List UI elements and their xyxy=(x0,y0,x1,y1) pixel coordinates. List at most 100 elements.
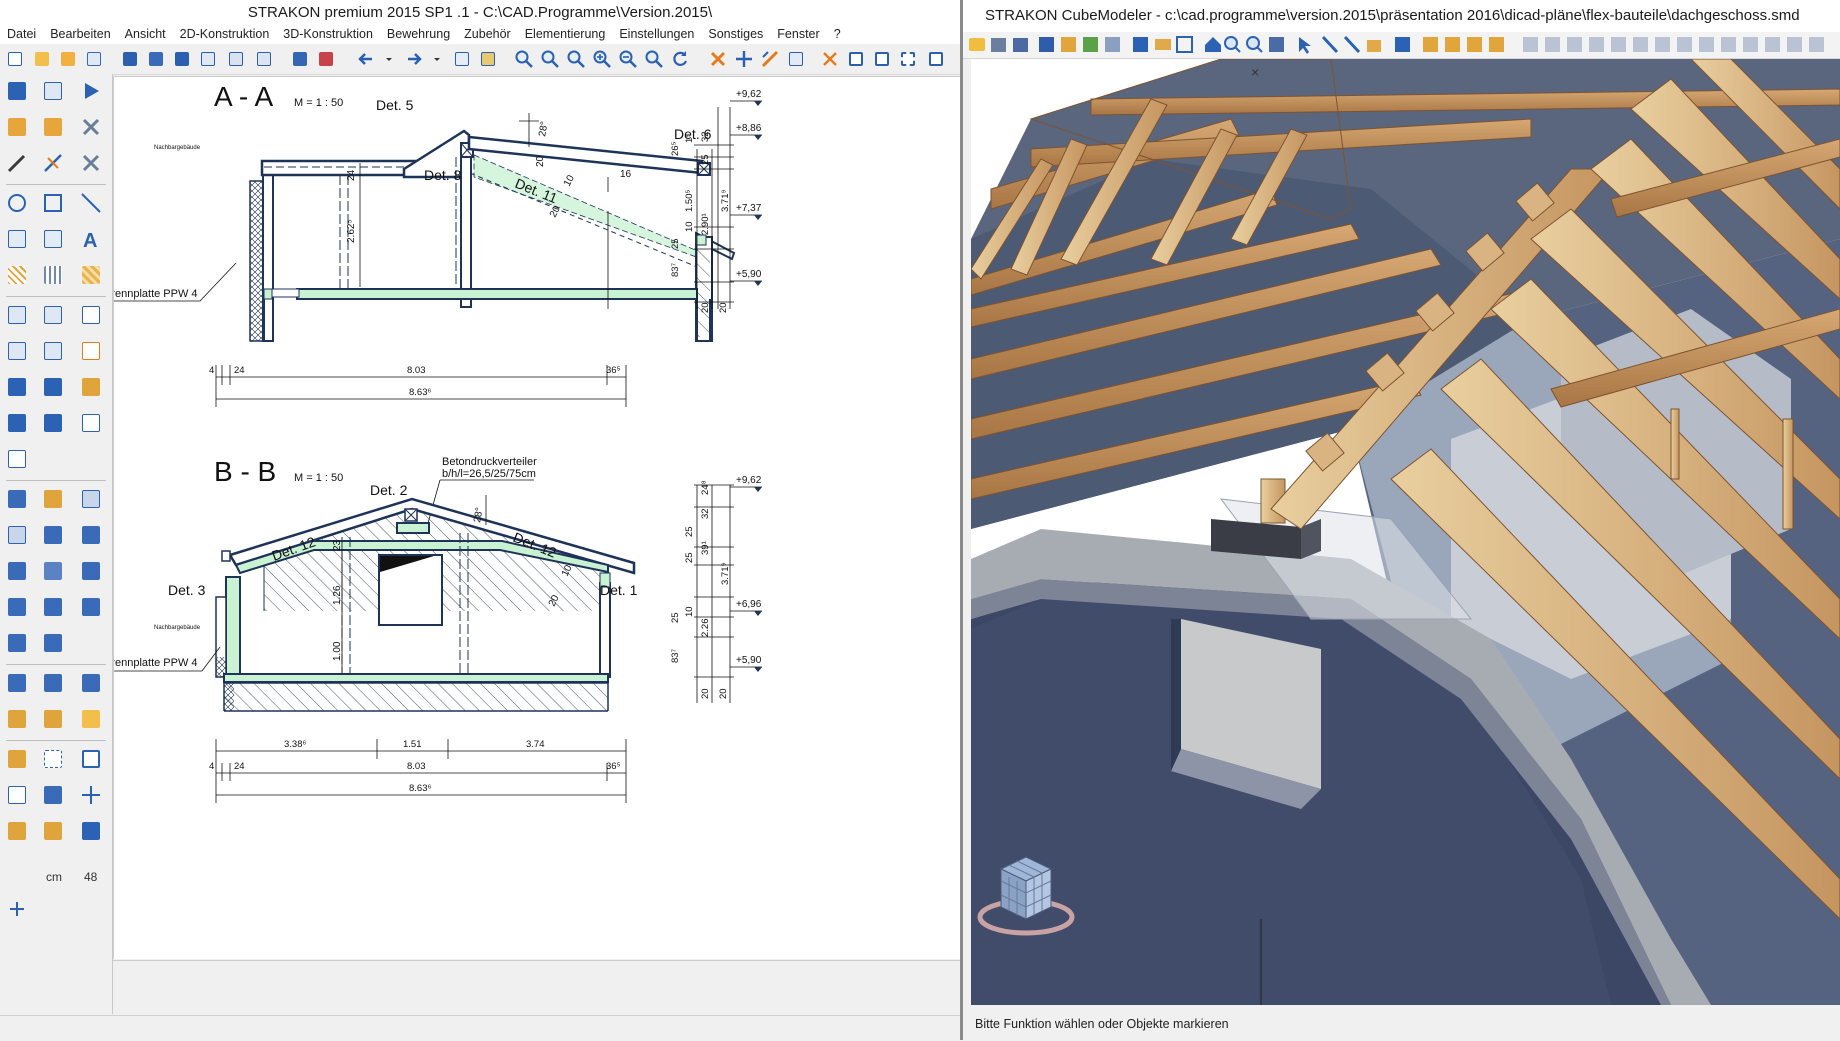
tool-3d-beam-icon[interactable] xyxy=(40,522,66,548)
tool-ruler-icon[interactable] xyxy=(40,818,66,844)
wall-icon[interactable] xyxy=(1105,37,1120,52)
tool-fill-icon[interactable] xyxy=(78,262,104,288)
tool-b-icon[interactable] xyxy=(1677,37,1692,52)
tool-sheet-arrow-icon[interactable] xyxy=(40,302,66,328)
menu-help[interactable]: ? xyxy=(827,25,848,44)
tool-number-icon[interactable] xyxy=(40,226,66,252)
tool-document-icon[interactable] xyxy=(40,78,66,104)
tool-folder-icon[interactable] xyxy=(78,706,104,732)
redo-icon[interactable] xyxy=(404,49,424,69)
drawing-canvas[interactable]: A - A M = 1 : 50 Det. 5 Det. 6 Det. 8 De… xyxy=(104,76,961,959)
menu-elementierung[interactable]: Elementierung xyxy=(518,25,613,44)
zoom-icon[interactable] xyxy=(1224,36,1241,53)
tool-window-icon[interactable] xyxy=(78,746,104,772)
rotate-view-icon[interactable] xyxy=(1269,37,1284,52)
section-icon[interactable] xyxy=(1133,37,1148,52)
open-folder-icon[interactable] xyxy=(32,49,52,69)
frame-select-icon[interactable] xyxy=(846,49,866,69)
3d-viewport[interactable]: × xyxy=(971,59,1840,1005)
zoom-prev-icon[interactable] xyxy=(566,49,586,69)
tool-gear-icon[interactable] xyxy=(4,114,30,140)
green-layers-icon[interactable] xyxy=(1083,37,1098,52)
zoom-window-icon[interactable] xyxy=(514,49,534,69)
tool-h-icon[interactable] xyxy=(1809,37,1824,52)
tool-layer-icon[interactable] xyxy=(40,782,66,808)
cross-icon[interactable] xyxy=(820,49,840,69)
tool-3d-settings-icon[interactable] xyxy=(78,594,104,620)
tool-column-icon[interactable] xyxy=(4,374,30,400)
zoom-window-icon[interactable] xyxy=(1246,36,1263,53)
move-icon[interactable] xyxy=(734,49,754,69)
tool-printer-icon[interactable] xyxy=(78,670,104,696)
tool-c-icon[interactable] xyxy=(1699,37,1714,52)
paste-icon[interactable] xyxy=(478,49,498,69)
tool-trim-icon[interactable] xyxy=(40,150,66,176)
redo-dropdown-icon[interactable] xyxy=(432,49,442,69)
tool-settings-icon[interactable] xyxy=(4,818,30,844)
tool-box-icon[interactable] xyxy=(4,446,30,472)
move-icon[interactable] xyxy=(1589,37,1604,52)
zoom-minus-icon[interactable] xyxy=(618,49,638,69)
menu-einstellungen[interactable]: Einstellungen xyxy=(612,25,701,44)
tool-hatch-icon[interactable] xyxy=(4,262,30,288)
window-select-icon[interactable] xyxy=(898,49,918,69)
select-icon[interactable] xyxy=(872,49,892,69)
frame-icon[interactable] xyxy=(226,49,246,69)
tool-select-icon[interactable] xyxy=(40,746,66,772)
tool-remove-icon[interactable] xyxy=(78,114,104,140)
tool-3d-cubes-icon[interactable] xyxy=(40,594,66,620)
tool-frame-icon[interactable] xyxy=(78,410,104,436)
menu-ansicht[interactable]: Ansicht xyxy=(118,25,173,44)
tool-scale-icon[interactable] xyxy=(78,818,104,844)
tool-3d-slab-icon[interactable] xyxy=(78,486,104,512)
tool-chart-icon[interactable] xyxy=(4,782,30,808)
tool-circle-icon[interactable] xyxy=(4,190,30,216)
tool-hatch2-icon[interactable] xyxy=(40,262,66,288)
plot-settings-icon[interactable] xyxy=(316,49,336,69)
tool-wall-icon[interactable] xyxy=(4,78,30,104)
menu-2d-konstruktion[interactable]: 2D-Konstruktion xyxy=(173,25,277,44)
tool-3d-stair-icon[interactable] xyxy=(40,486,66,512)
side-view-icon[interactable] xyxy=(1467,37,1482,52)
top-view-icon[interactable] xyxy=(1489,37,1504,52)
home-view-icon[interactable] xyxy=(1205,37,1221,52)
tool-rectangle-icon[interactable] xyxy=(40,190,66,216)
tool-plot-icon[interactable] xyxy=(40,670,66,696)
tool-3d-plate-icon[interactable] xyxy=(78,558,104,584)
plot-icon[interactable] xyxy=(290,49,310,69)
tool-page-pen-icon[interactable] xyxy=(78,338,104,364)
menu-fenster[interactable]: Fenster xyxy=(770,25,826,44)
tool-print-icon[interactable] xyxy=(4,670,30,696)
tool-tape-icon[interactable] xyxy=(78,374,104,400)
beam-icon[interactable] xyxy=(1155,39,1171,50)
tool-3d-wall-icon[interactable] xyxy=(4,486,30,512)
tool-3d-gear-icon[interactable] xyxy=(4,630,30,656)
open-recent-icon[interactable] xyxy=(58,49,78,69)
print-icon[interactable] xyxy=(1013,38,1028,52)
tool-g-icon[interactable] xyxy=(1787,37,1802,52)
zoom-plus-icon[interactable] xyxy=(592,49,612,69)
front-view-icon[interactable] xyxy=(1445,37,1460,52)
tool-grid-icon[interactable] xyxy=(40,410,66,436)
undo-icon[interactable] xyxy=(356,49,376,69)
tool-sheet-copy-icon[interactable] xyxy=(40,338,66,364)
menu-datei[interactable]: Datei xyxy=(0,25,43,44)
save-icon[interactable] xyxy=(120,49,140,69)
tool-dimension-icon[interactable] xyxy=(4,226,30,252)
menu-bewehrung[interactable]: Bewehrung xyxy=(380,25,457,44)
tool-line-icon[interactable] xyxy=(78,190,104,216)
zoom-all-icon[interactable] xyxy=(644,49,664,69)
cube-open-icon[interactable] xyxy=(991,38,1006,52)
zoom-in-icon[interactable] xyxy=(540,49,560,69)
tool-3d-element-icon[interactable] xyxy=(4,594,30,620)
tool-cross-icon[interactable] xyxy=(78,782,104,808)
tool-3d-grid-icon[interactable] xyxy=(40,558,66,584)
undo-dropdown-icon[interactable] xyxy=(384,49,394,69)
tool-delete-icon[interactable] xyxy=(78,150,104,176)
tool-a-icon[interactable] xyxy=(1655,37,1670,52)
print-preview-icon[interactable] xyxy=(84,49,104,69)
properties-icon[interactable] xyxy=(786,49,806,69)
tool-d-icon[interactable] xyxy=(1721,37,1736,52)
tool-pen-icon[interactable] xyxy=(4,150,30,176)
refresh-icon[interactable] xyxy=(670,49,690,69)
